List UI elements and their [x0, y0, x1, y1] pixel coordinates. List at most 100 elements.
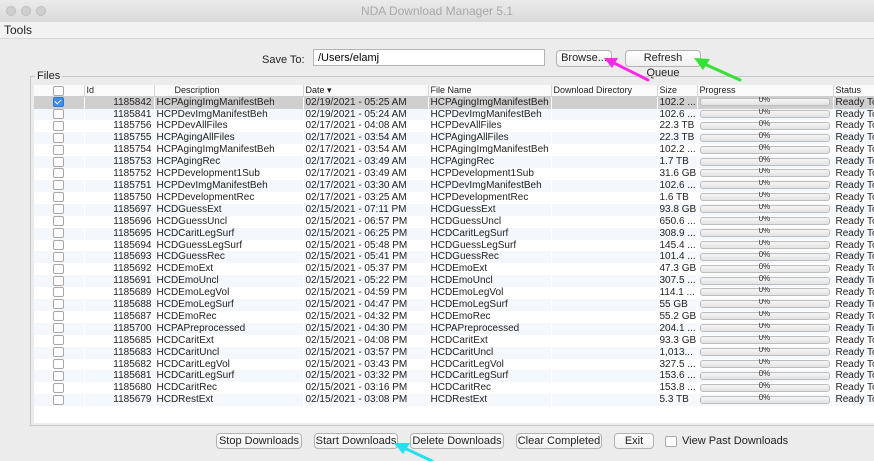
table-row[interactable]: 1185751 HCPDevImgManifestBeh 02/17/2021 - …	[34, 179, 874, 192]
cell-select	[34, 251, 84, 264]
row-checkbox[interactable]	[53, 311, 65, 322]
cell-status: Ready To Download	[835, 120, 874, 132]
column-header-status[interactable]: Status	[833, 85, 874, 97]
row-checkbox[interactable]	[53, 96, 65, 107]
table-row[interactable]: 1185755 HCPAgingAllFiles 02/17/2021 - 03:5…	[34, 132, 874, 145]
column-header-size[interactable]: Size	[657, 85, 698, 97]
row-checkbox[interactable]	[53, 180, 65, 191]
row-checkbox[interactable]	[53, 120, 65, 131]
table-row[interactable]: 1185756 HCPDevAllFiles 02/17/2021 - 04:08 …	[34, 120, 874, 132]
table-row[interactable]: 1185689 HCDEmoLegVol 02/15/2021 - 04:59 PM…	[34, 287, 874, 299]
row-checkbox[interactable]	[53, 358, 65, 369]
row-checkbox[interactable]	[53, 227, 65, 238]
table-row[interactable]: 1185680 HCDCaritRec 02/15/2021 - 03:16 PM H…	[34, 382, 874, 394]
table-row[interactable]: 1185841 HCPDevImgManifestBeh 02/19/2021 - …	[34, 108, 874, 121]
cell-size: 650.6 ...	[659, 215, 696, 227]
cell-size: 102.6 ...	[657, 179, 697, 192]
column-header-select[interactable]	[34, 85, 85, 97]
table-row[interactable]: 1185682 HCDCaritLegVol 02/15/2021 - 03:43 …	[34, 359, 874, 371]
cell-status: Ready To Download	[835, 358, 874, 370]
row-checkbox[interactable]	[53, 323, 65, 334]
row-checkbox[interactable]	[53, 335, 65, 346]
view-past-downloads-toggle[interactable]: View Past Downloads	[665, 435, 788, 447]
table-row[interactable]: 1185685 HCDCaritExt 02/15/2021 - 04:08 PM H…	[34, 335, 874, 347]
row-checkbox[interactable]	[53, 370, 65, 381]
cell-description: HCPAgingAllFiles	[154, 132, 303, 145]
row-checkbox[interactable]	[53, 347, 65, 358]
table-row[interactable]: 1185754 HCPAgingImgManifestBeh 02/17/2021 …	[34, 144, 874, 156]
cell-status: Ready To Download	[835, 287, 874, 299]
row-checkbox[interactable]	[53, 192, 65, 203]
menu-tools[interactable]: Tools	[4, 23, 32, 37]
table-row[interactable]: 1185692 HCDEmoExt 02/15/2021 - 05:37 PM HCD…	[34, 263, 874, 275]
table-row[interactable]: 1185694 HCDGuessLegSurf 02/15/2021 - 05:48…	[34, 240, 874, 252]
table-row[interactable]: 1185695 HCDCaritLegSurf 02/15/2021 - 06:25…	[34, 227, 874, 240]
row-checkbox[interactable]	[53, 394, 65, 405]
refresh-queue-button[interactable]: Refresh Queue	[625, 50, 701, 79]
cell-description: HCPAgingImgManifestBeh	[156, 144, 275, 156]
column-header-date[interactable]: Date ▾	[303, 85, 429, 97]
select-all-checkbox[interactable]	[53, 85, 65, 96]
column-header-file-name[interactable]: File Name	[428, 85, 552, 97]
cell-description: HCPDevelopment1Sub	[156, 168, 260, 180]
cell-progress: 0%	[697, 120, 833, 132]
column-header-id[interactable]: Id	[84, 85, 155, 97]
table-row[interactable]: 1185750 HCPDevelopmentRec 02/17/2021 - 03:…	[34, 192, 874, 204]
table-row[interactable]: 1185683 HCDCaritUncl 02/15/2021 - 03:57 PM…	[34, 346, 874, 359]
column-header-description[interactable]: Description	[154, 85, 304, 97]
table-row[interactable]: 1185679 HCDRestExt 02/15/2021 - 03:08 PM HC…	[34, 394, 874, 407]
view-past-downloads-checkbox[interactable]	[665, 435, 677, 447]
cell-select	[34, 322, 84, 335]
progress-label: 0%	[758, 144, 771, 152]
row-checkbox[interactable]	[53, 156, 65, 167]
progress-label: 0%	[758, 275, 771, 283]
clear-completed-button[interactable]: Clear Completed	[516, 433, 602, 449]
cell-status: Ready To Download	[833, 108, 874, 121]
cell-size: 102.2 ...	[657, 96, 697, 109]
table-row[interactable]: 1185697 HCDGuessExt 02/15/2021 - 07:11 PM H…	[34, 203, 874, 216]
cell-select	[34, 346, 84, 359]
save-to-field[interactable]	[313, 49, 545, 66]
cell-file-name: HCDRestExt	[428, 394, 551, 407]
progress-label: 0%	[758, 394, 771, 402]
table-row[interactable]: 1185687 HCDEmoRec 02/15/2021 - 04:32 PM HCD…	[34, 311, 874, 323]
cell-status: Ready To Download	[833, 251, 874, 264]
row-checkbox[interactable]	[53, 132, 65, 143]
table-row[interactable]: 1185752 HCPDevelopment1Sub 02/17/2021 - 03…	[34, 168, 874, 180]
cell-status: Ready To Download	[835, 215, 874, 227]
browse-button[interactable]: Browse...	[556, 50, 612, 67]
cell-file-name: HCDEmoLegVol	[430, 287, 504, 299]
table-row[interactable]: 1185688 HCDEmoLegSurf 02/15/2021 - 04:47 P…	[34, 299, 874, 311]
cell-status: Ready To Download	[833, 96, 874, 109]
table-row[interactable]: 1185691 HCDEmoUncl 02/15/2021 - 05:22 PM HC…	[34, 275, 874, 288]
cell-progress: 0%	[697, 203, 833, 216]
table-row[interactable]: 1185842 HCPAgingImgManifestBeh 02/19/2021 …	[34, 96, 874, 109]
table-row[interactable]: 1185681 HCDCaritLegSurf 02/15/2021 - 03:32…	[34, 370, 874, 383]
cell-file-name: HCDGuessRec	[428, 251, 551, 264]
row-checkbox[interactable]	[53, 168, 65, 179]
column-header-progress[interactable]: Progress	[697, 85, 834, 97]
exit-button[interactable]: Exit	[614, 433, 654, 449]
row-checkbox[interactable]	[53, 204, 65, 215]
table-row[interactable]: 1185693 HCDGuessRec 02/15/2021 - 05:41 PM H…	[34, 251, 874, 264]
progress-bar: 0%	[699, 251, 830, 261]
row-checkbox[interactable]	[53, 263, 65, 274]
row-checkbox[interactable]	[53, 108, 65, 119]
cell-download-directory	[551, 156, 657, 169]
delete-downloads-button[interactable]: Delete Downloads	[410, 433, 504, 449]
row-checkbox[interactable]	[53, 239, 65, 250]
row-checkbox[interactable]	[53, 216, 65, 227]
table-row[interactable]: 1185696 HCDGuessUncl 02/15/2021 - 06:57 PM…	[34, 216, 874, 228]
row-checkbox[interactable]	[53, 287, 65, 298]
progress-label: 0%	[758, 132, 771, 140]
table-row[interactable]: 1185700 HCPAPreprocessed 02/15/2021 - 04:3…	[34, 322, 874, 335]
start-downloads-button[interactable]: Start Downloads	[314, 433, 398, 449]
row-checkbox[interactable]	[53, 299, 65, 310]
column-header-download-directory[interactable]: Download Directory	[551, 85, 658, 97]
row-checkbox[interactable]	[53, 251, 65, 262]
stop-downloads-button[interactable]: Stop Downloads	[216, 433, 302, 449]
row-checkbox[interactable]	[53, 382, 65, 393]
row-checkbox[interactable]	[53, 144, 65, 155]
row-checkbox[interactable]	[53, 275, 65, 286]
table-row[interactable]: 1185753 HCPAgingRec 02/17/2021 - 03:49 AM H…	[34, 156, 874, 169]
